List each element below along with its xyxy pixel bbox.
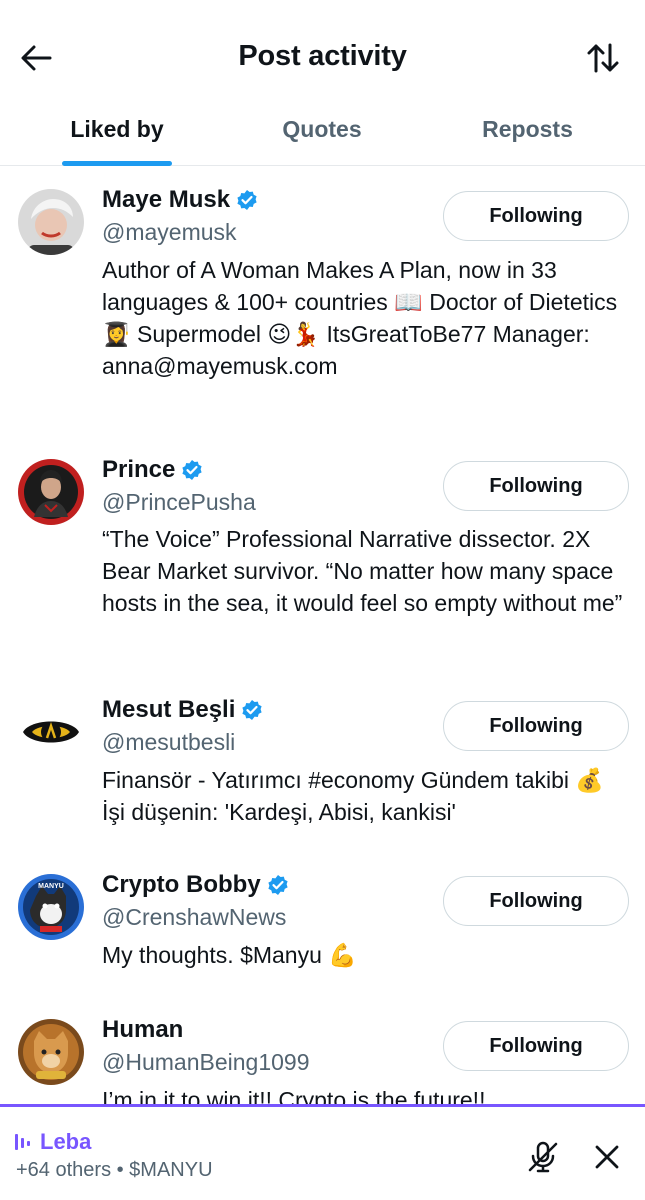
user-handle: @PrincePusha	[102, 489, 256, 515]
user-handle: @HumanBeing1099	[102, 1049, 310, 1075]
verified-badge-icon	[182, 460, 202, 480]
tab-label: Quotes	[282, 116, 362, 142]
sort-arrows-icon	[587, 43, 619, 73]
close-icon	[595, 1145, 619, 1169]
activity-tabs: Liked by Quotes Reposts	[0, 100, 645, 166]
user-name-row: Human	[102, 1016, 183, 1044]
following-button[interactable]: Following	[443, 191, 629, 241]
user-bio: “The Voice” Professional Narrative disse…	[102, 526, 623, 616]
list-item[interactable]: Human @HumanBeing1099 Following I’m in i…	[0, 997, 645, 1105]
mute-mic-button[interactable]	[523, 1137, 563, 1177]
tab-quotes[interactable]: Quotes	[234, 100, 410, 165]
user-bio: Author of A Woman Makes A Plan, now in 3…	[102, 257, 618, 379]
space-dock-bar[interactable]: Leba +64 others • $MANYU	[0, 1104, 645, 1200]
user-name-row: Maye Musk	[102, 186, 258, 214]
audio-bars-icon	[15, 1134, 30, 1150]
user-handle: @mesutbesli	[102, 729, 236, 755]
tab-label: Reposts	[482, 116, 573, 142]
mic-off-icon	[528, 1141, 558, 1173]
following-button[interactable]: Following	[443, 701, 629, 751]
tab-label: Liked by	[70, 116, 164, 142]
avatar[interactable]	[18, 459, 84, 525]
list-item[interactable]: Mesut Beşli @mesutbesli Following Finans…	[0, 677, 645, 852]
avatar[interactable]	[18, 189, 84, 255]
top-bar: Post activity	[0, 0, 645, 110]
user-bio: My thoughts. $Manyu 💪	[102, 942, 357, 968]
verified-badge-icon	[268, 875, 288, 895]
page-title: Post activity	[238, 40, 407, 72]
liked-by-list: Maye Musk @mayemusk Following Author of …	[0, 167, 645, 1105]
list-item[interactable]: Prince @PrincePusha Following “The Voice…	[0, 437, 645, 677]
avatar[interactable]	[18, 699, 84, 765]
following-button[interactable]: Following	[443, 1021, 629, 1071]
following-button[interactable]: Following	[443, 876, 629, 926]
avatar[interactable]	[18, 1019, 84, 1085]
user-name[interactable]: Maye Musk	[102, 186, 230, 214]
sort-button[interactable]	[581, 36, 625, 80]
user-handle: @CrenshawNews	[102, 904, 287, 930]
user-name[interactable]: Human	[102, 1016, 183, 1044]
space-host-name: Leba	[40, 1129, 92, 1154]
verified-badge-icon	[242, 700, 262, 720]
close-space-button[interactable]	[587, 1137, 627, 1177]
space-listeners-text: +64 others • $MANYU	[16, 1159, 213, 1181]
user-name[interactable]: Crypto Bobby	[102, 871, 261, 899]
list-item[interactable]: Maye Musk @mayemusk Following Author of …	[0, 167, 645, 437]
avatar[interactable]: MANYU	[18, 874, 84, 940]
user-name-row: Mesut Beşli	[102, 696, 263, 724]
user-name[interactable]: Prince	[102, 456, 175, 484]
space-host-row: Leba	[14, 1129, 91, 1155]
verified-badge-icon	[237, 190, 257, 210]
list-item[interactable]: MANYU Crypto Bobby @CrenshawNews Followi…	[0, 852, 645, 997]
user-bio: I’m in it to win it!! Crypto is the futu…	[102, 1087, 486, 1105]
user-name-row: Crypto Bobby	[102, 871, 289, 899]
svg-text:MANYU: MANYU	[38, 883, 64, 890]
following-button[interactable]: Following	[443, 461, 629, 511]
tab-reposts[interactable]: Reposts	[410, 100, 645, 165]
user-name-row: Prince	[102, 456, 203, 484]
user-bio: Finansör - Yatırımcı #economy Gündem tak…	[102, 767, 605, 825]
user-handle: @mayemusk	[102, 219, 237, 245]
active-tab-indicator	[62, 161, 172, 166]
user-name[interactable]: Mesut Beşli	[102, 696, 235, 724]
tab-liked-by[interactable]: Liked by	[0, 100, 234, 166]
